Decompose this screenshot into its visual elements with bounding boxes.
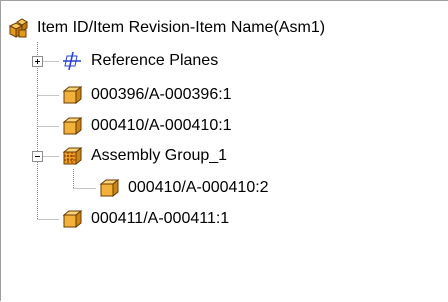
assembly-group-icon: [61, 145, 83, 167]
reference-planes-icon: [61, 50, 83, 72]
tree-item-assembly-group[interactable]: Assembly Group_1: [61, 145, 227, 167]
tree-item-label: 000396/A-000396:1: [91, 86, 232, 103]
tree-item-label: 000411/A-000411:1: [91, 210, 230, 227]
tree-item-label: Reference Planes: [91, 52, 219, 69]
tree-item-label: Assembly Group_1: [91, 147, 228, 164]
tree-item-reference-planes[interactable]: Reference Planes: [61, 50, 218, 72]
part-icon: [61, 208, 83, 230]
assembly-tree: Item ID/Item Revision-Item Name(Asm1) Re…: [0, 0, 448, 301]
tree-item-part[interactable]: 000411/A-000411:1: [61, 208, 229, 230]
part-icon: [98, 177, 120, 199]
tree-root-label: Item ID/Item Revision-Item Name(Asm1): [37, 19, 326, 36]
part-icon: [61, 115, 83, 137]
tree-root[interactable]: Item ID/Item Revision-Item Name(Asm1): [7, 17, 325, 39]
tree-item-part[interactable]: 000410/A-000410:1: [61, 115, 232, 137]
part-icon: [61, 84, 83, 106]
tree-item-part[interactable]: 000396/A-000396:1: [61, 84, 232, 106]
tree-item-label: 000410/A-000410:1: [91, 117, 232, 134]
tree-item-label: 000410/A-000410:2: [128, 179, 269, 196]
collapse-toggle[interactable]: [32, 151, 43, 162]
tree-item-part[interactable]: 000410/A-000410:2: [98, 177, 269, 199]
assembly-icon: [7, 17, 29, 39]
expand-toggle[interactable]: [32, 56, 43, 67]
